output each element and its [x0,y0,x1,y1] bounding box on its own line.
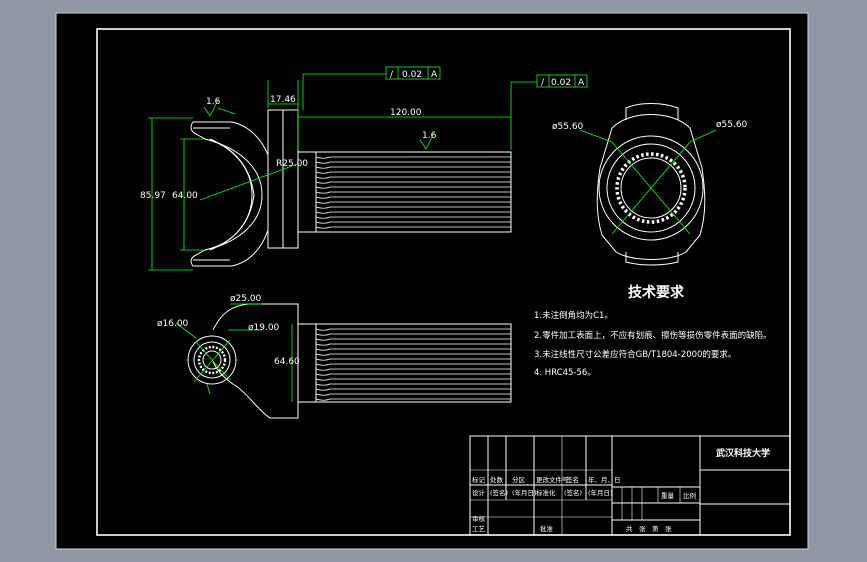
dim-17-46: 17.46 [270,95,296,105]
tb-row3-c1: 审核 [472,514,486,523]
roughness-shaft-value: 1.6 [422,131,437,141]
tb-row2-c1: 设计 [472,488,486,497]
dim-dia-55-left: ø55.60 [552,122,584,132]
tb-weight: 重量 [661,492,675,500]
tb-scale: 比例 [683,491,696,500]
tb-row4-c1: 工艺 [472,525,486,533]
tb-row2-c6: (年月日) [588,488,613,497]
requirement-item-4: 4. HRC45-56。 [534,368,596,378]
requirement-item-1: 1.未注倒角均为C1。 [534,310,613,321]
dim-dia-55-right: ø55.60 [716,120,748,130]
cad-drawing-sheet: 17.46 120.00 85.97 64.00 R25.00 1.6 1.6 … [55,12,809,550]
tb-row1-c1: 标记 [472,475,486,484]
tb-row2-c5: (签名) [564,488,582,497]
dim-dia-19: ø19.00 [248,323,280,333]
tb-row2-c4: 标准化 [536,488,556,497]
dim-dia-25: ø25.00 [230,294,262,304]
title-block-school: 武汉科技大学 [716,447,770,459]
dim-64-bottom: 64.60 [274,357,300,367]
dim-120: 120.00 [390,108,422,118]
tol-2-datum: A [578,78,585,88]
requirement-item-2: 2.零件加工表面上，不应有划痕、擦伤等损伤零件表面的缺陷。 [534,330,772,341]
tb-row1-c3: 分区 [512,475,526,484]
tb-row4-c2: 批准 [540,524,554,533]
tb-row2-c2: (签名) [490,488,508,497]
roughness-top-value: 1.6 [206,97,221,107]
tol-1-value: 0.02 [402,70,422,80]
requirement-item-3: 3.未注线性尺寸公差应符合GB/T1804-2000的要求。 [534,349,736,360]
dim-85-97: 85.97 [140,191,166,201]
tb-row2-c3: (年月日) [512,488,537,497]
tb-row1-c5: 签名 [566,475,579,484]
tb-row1-c4: 更改文件号 [536,475,569,484]
dim-64-top: 64.00 [172,191,198,201]
tol-2-value: 0.02 [551,78,571,88]
dim-r25: R25.00 [276,159,308,169]
tol-1-datum: A [431,70,438,80]
tb-row1-c6: 年、月、日 [588,475,621,484]
dim-dia-16: ø16.00 [157,319,189,329]
tb-row1-c2: 处数 [490,475,504,484]
drawing-paper [55,12,809,550]
requirements-title: 技术要求 [628,284,685,301]
tb-sheet: 共 张 第 张 [626,524,672,533]
